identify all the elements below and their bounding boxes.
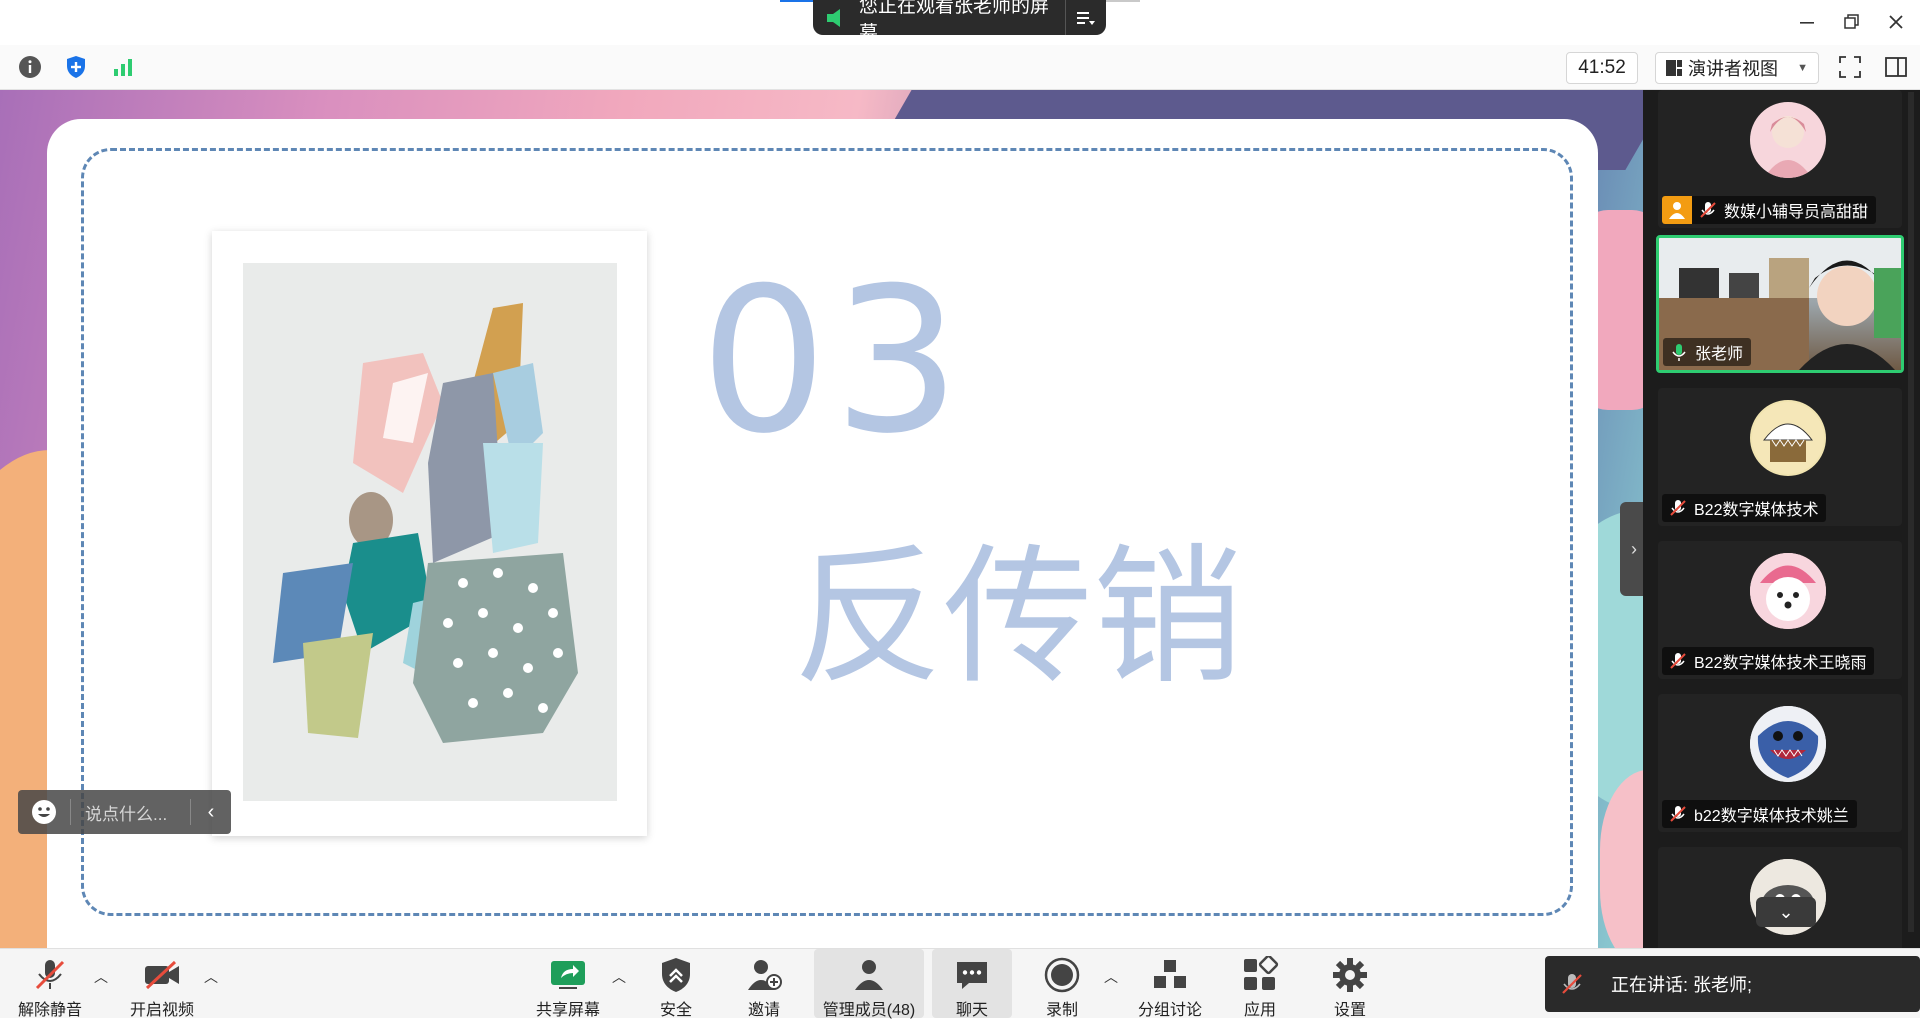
breakout-rooms-button[interactable]: 分组讨论 bbox=[1130, 949, 1210, 1019]
avatar bbox=[1750, 102, 1826, 178]
collapse-panel-icon[interactable]: › bbox=[1620, 502, 1643, 596]
unmute-label: 解除静音 bbox=[17, 1002, 82, 1019]
mic-active-icon bbox=[1669, 342, 1689, 362]
chevron-down-icon[interactable]: ⌄ bbox=[1756, 897, 1816, 927]
speaker-view-icon bbox=[1666, 60, 1682, 76]
start-video-label: 开启视频 bbox=[129, 1002, 194, 1019]
share-screen-button[interactable]: 共享屏幕 bbox=[530, 949, 606, 1019]
security-button[interactable]: 安全 bbox=[640, 949, 712, 1019]
speaking-indicator: 正在讲话: 张老师; bbox=[1545, 956, 1920, 1012]
participant-tile[interactable]: B22数字媒体技术王晓雨 bbox=[1658, 541, 1902, 679]
security-label: 安全 bbox=[659, 1002, 692, 1019]
share-screen-icon bbox=[549, 956, 587, 994]
view-mode-label: 演讲者视图 bbox=[1688, 59, 1778, 79]
chevron-left-icon[interactable]: ‹ bbox=[191, 801, 231, 824]
emoji-icon[interactable] bbox=[30, 798, 58, 826]
record-button[interactable]: 录制 bbox=[1026, 949, 1098, 1019]
participant-name-tag: B22数字媒体技术王晓雨 bbox=[1662, 647, 1875, 675]
participant-name-tag: 张老师 bbox=[1663, 338, 1752, 366]
manage-members-button[interactable]: 管理成员(48) bbox=[814, 949, 924, 1019]
meeting-toolbar: 41:52 演讲者视图 ▼ bbox=[0, 45, 1920, 90]
participant-name: b22数字媒体技术姚兰 bbox=[1694, 808, 1849, 825]
mic-muted-icon bbox=[1698, 200, 1718, 220]
view-mode-dropdown[interactable]: 演讲者视图 ▼ bbox=[1655, 52, 1819, 84]
manage-members-label: 管理成员(48) bbox=[822, 1002, 916, 1019]
invite-label: 邀请 bbox=[747, 1002, 780, 1019]
panel-scrollbar[interactable] bbox=[1908, 92, 1914, 932]
security-shield-icon[interactable] bbox=[62, 53, 90, 81]
meeting-controls-bar: 解除静音 ︿ 开启视频 ︿ 共享屏幕 ︿ 安全 邀请 管理成员(48) 聊天 录… bbox=[0, 948, 1920, 1019]
invite-button[interactable]: 邀请 bbox=[728, 949, 800, 1019]
participant-name: B22数字媒体技术王晓雨 bbox=[1694, 655, 1867, 672]
minimize-button[interactable] bbox=[1792, 8, 1822, 36]
share-screen-label: 共享屏幕 bbox=[535, 1002, 600, 1019]
host-icon bbox=[1662, 196, 1692, 224]
chat-label: 聊天 bbox=[955, 1002, 988, 1019]
slide-section-number: 03 bbox=[700, 245, 967, 478]
chat-quick-input[interactable]: 说点什么... ‹ bbox=[18, 790, 231, 834]
mic-muted-icon bbox=[1668, 651, 1688, 671]
share-menu-icon[interactable] bbox=[1065, 0, 1106, 35]
add-user-icon bbox=[745, 956, 783, 994]
mic-muted-icon bbox=[1559, 971, 1585, 997]
members-icon bbox=[850, 956, 888, 994]
avatar bbox=[1750, 706, 1826, 782]
mic-muted-icon bbox=[1668, 498, 1688, 518]
slide-artwork-frame bbox=[212, 231, 647, 836]
participant-tile[interactable]: b22数字媒体技术姚兰 bbox=[1658, 694, 1902, 832]
chevron-up-icon[interactable]: ︿ bbox=[94, 967, 108, 987]
speaking-now-text: 正在讲话: 张老师; bbox=[1611, 975, 1753, 995]
settings-label: 设置 bbox=[1333, 1002, 1366, 1019]
shield-icon bbox=[657, 956, 695, 994]
chevron-down-icon: ▼ bbox=[1797, 62, 1808, 74]
chevron-up-icon[interactable]: ︿ bbox=[1104, 967, 1118, 987]
share-notice-label: 您正在观看张老师的屏幕 bbox=[859, 0, 1050, 44]
chat-bubble-icon bbox=[953, 956, 991, 994]
camera-off-icon bbox=[143, 956, 181, 994]
shared-screen: 03 反传销 说点什么... ‹ › bbox=[0, 90, 1643, 948]
fullscreen-icon[interactable] bbox=[1836, 53, 1864, 81]
chevron-up-icon[interactable]: ︿ bbox=[204, 967, 218, 987]
sidebar-layout-icon[interactable] bbox=[1882, 53, 1910, 81]
start-video-button[interactable]: 开启视频 bbox=[124, 949, 200, 1019]
screen-share-notice[interactable]: 您正在观看张老师的屏幕 bbox=[813, 0, 1106, 44]
avatar bbox=[1750, 400, 1826, 476]
info-icon[interactable] bbox=[16, 53, 44, 81]
gear-icon bbox=[1331, 956, 1369, 994]
participant-name: B22数字媒体技术 bbox=[1694, 502, 1819, 519]
apps-button[interactable]: 应用 bbox=[1224, 949, 1296, 1019]
settings-button[interactable]: 设置 bbox=[1314, 949, 1386, 1019]
record-label: 录制 bbox=[1045, 1002, 1078, 1019]
restore-button[interactable] bbox=[1836, 8, 1866, 36]
participant-name-tag: B22数字媒体技术 bbox=[1662, 494, 1827, 522]
participant-name: 张老师 bbox=[1695, 346, 1744, 363]
mic-muted-icon bbox=[31, 956, 69, 994]
participant-name-tag: b22数字媒体技术姚兰 bbox=[1662, 800, 1857, 828]
chevron-up-icon[interactable]: ︿ bbox=[612, 967, 626, 987]
close-button[interactable] bbox=[1881, 8, 1911, 36]
mic-muted-icon bbox=[1668, 804, 1688, 824]
abstract-brush-art bbox=[243, 263, 617, 801]
participants-panel: 数媒小辅导员高甜甜 张老师 B22数字媒体技术 B22数字媒体技术王晓雨 b22… bbox=[1643, 90, 1920, 948]
meeting-timer: 41:52 bbox=[1566, 52, 1638, 84]
participant-tile[interactable]: 数媒小辅导员高甜甜 bbox=[1658, 90, 1902, 228]
participant-name: 数媒小辅导员高甜甜 bbox=[1724, 204, 1869, 221]
network-signal-icon[interactable] bbox=[109, 53, 137, 81]
participant-tile[interactable]: B22数字媒体技术 bbox=[1658, 388, 1902, 526]
title-bar: 您正在观看张老师的屏幕 bbox=[0, 0, 1920, 45]
speaker-icon bbox=[827, 8, 847, 27]
apps-icon bbox=[1241, 954, 1279, 994]
avatar bbox=[1750, 553, 1826, 629]
record-icon bbox=[1043, 956, 1081, 994]
unmute-button[interactable]: 解除静音 bbox=[12, 949, 88, 1019]
breakout-label: 分组讨论 bbox=[1137, 1002, 1202, 1019]
chat-button[interactable]: 聊天 bbox=[932, 949, 1012, 1019]
participant-tile-active-speaker[interactable]: 张老师 bbox=[1656, 235, 1904, 373]
chat-input-placeholder[interactable]: 说点什么... bbox=[85, 800, 190, 825]
participant-name-tag: 数媒小辅导员高甜甜 bbox=[1662, 196, 1877, 224]
breakout-icon bbox=[1151, 956, 1189, 994]
slide-heading: 反传销 bbox=[793, 531, 1244, 705]
apps-label: 应用 bbox=[1243, 1002, 1276, 1019]
